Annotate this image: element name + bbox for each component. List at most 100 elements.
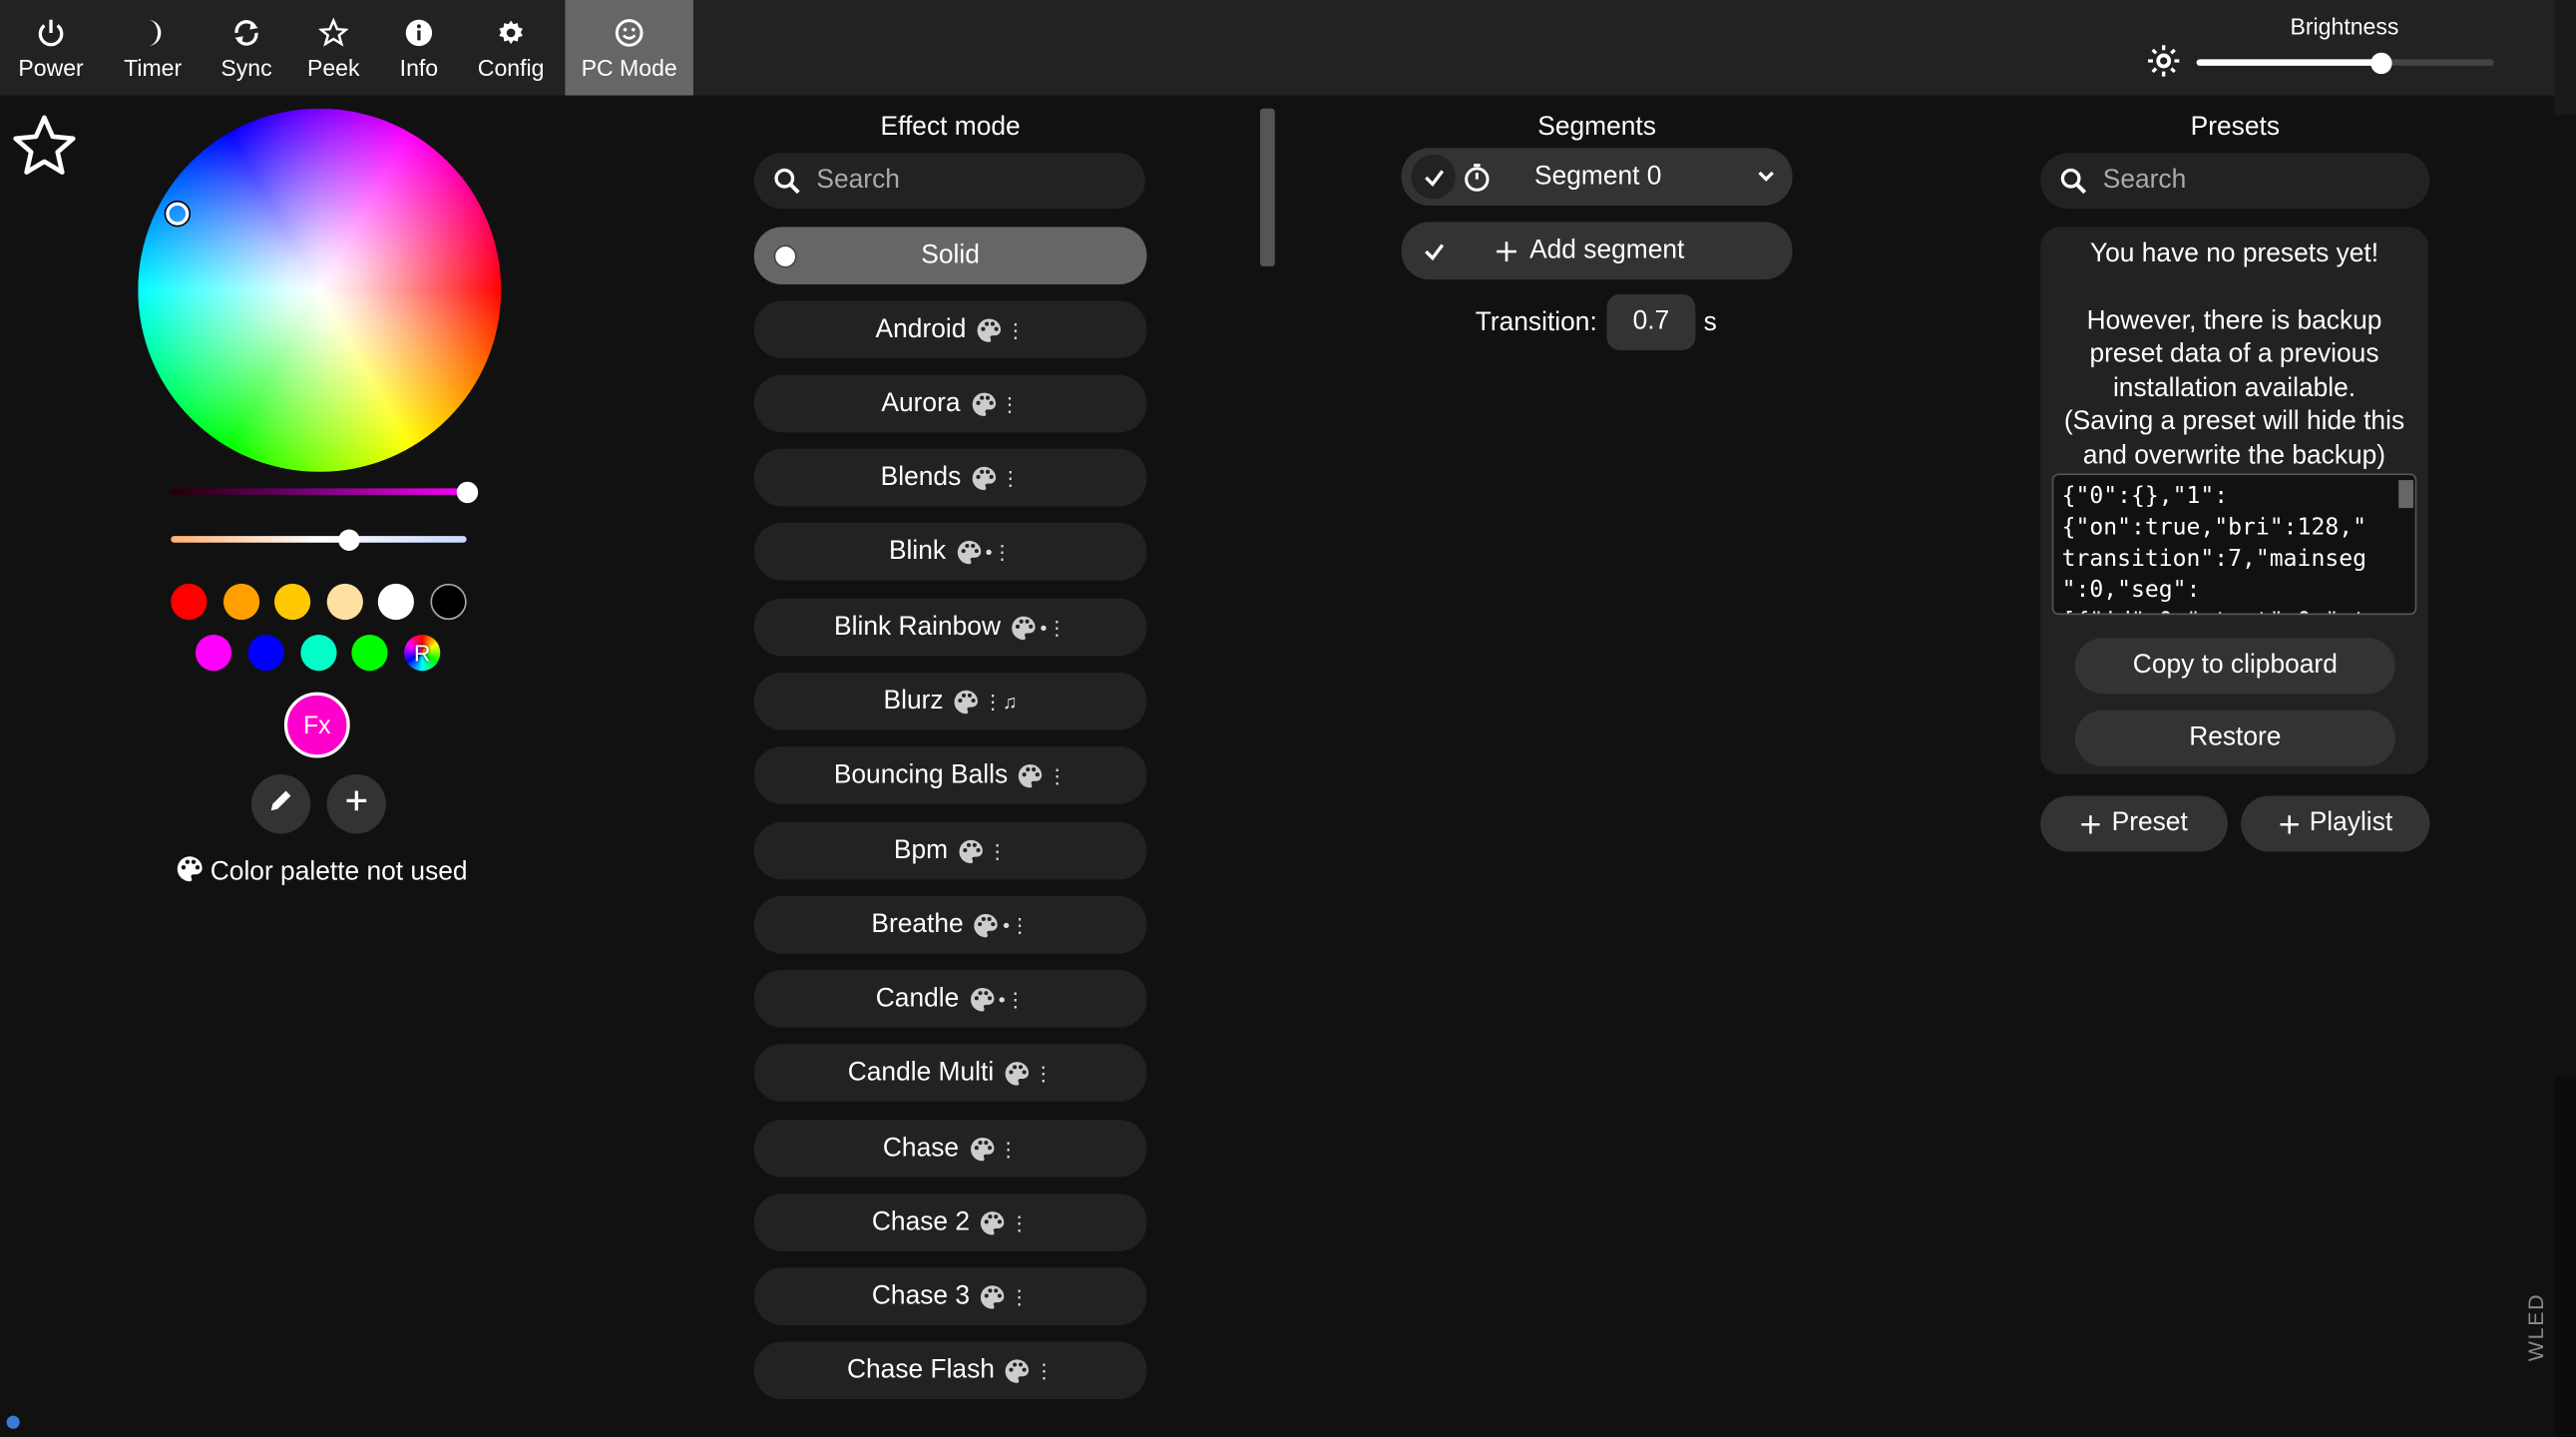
effect-search-input[interactable]: Search — [753, 153, 1145, 210]
effect-flags: ⋮ — [976, 316, 1026, 342]
backup-data-textarea[interactable]: {"0":{},"1": {"on":true,"bri":128," tran… — [2051, 473, 2417, 616]
effect-name: Blink — [888, 536, 947, 565]
effect-list-scrollbar[interactable] — [1260, 108, 1275, 266]
favorite-star-icon[interactable] — [10, 112, 79, 189]
timer-label: Timer — [124, 54, 183, 81]
palette-icon — [976, 316, 1002, 342]
effect-item[interactable]: Aurora ⋮ — [753, 374, 1147, 433]
effect-item[interactable]: Bpm ⋮ — [753, 821, 1147, 880]
segment-name: Segment 0 — [1534, 162, 1662, 191]
effect-item[interactable]: Blurz ⋮♫ — [753, 672, 1147, 730]
color-swatch[interactable] — [273, 583, 311, 621]
hue-brightness-slider[interactable] — [171, 480, 478, 503]
info-button[interactable]: Info — [378, 0, 460, 96]
effect-flags: •⋮ — [1011, 614, 1067, 640]
effect-item[interactable]: Chase 2 ⋮ — [753, 1194, 1147, 1251]
edit-button[interactable] — [250, 774, 311, 834]
color-swatch[interactable] — [300, 634, 337, 672]
plus-icon — [2278, 813, 2299, 834]
palette-note: Color palette not used — [176, 855, 468, 891]
plus-icon — [1495, 240, 1517, 262]
add-preset-label: Preset — [2111, 808, 2188, 837]
peek-button[interactable]: Peek — [289, 0, 378, 96]
effect-name: Solid — [921, 240, 980, 269]
effect-name: Chase 2 — [871, 1207, 971, 1236]
brightness-slider[interactable] — [2196, 51, 2494, 74]
effect-item[interactable]: Blink •⋮ — [753, 522, 1147, 581]
effect-item[interactable]: Chase Flash ⋮ — [753, 1341, 1147, 1400]
effect-flags: ⋮ — [1005, 1357, 1054, 1383]
stopwatch-icon[interactable] — [1463, 162, 1493, 192]
effect-name: Candle Multi — [847, 1058, 995, 1087]
connection-indicator — [6, 1415, 20, 1429]
random-color-swatch[interactable]: R — [404, 634, 441, 672]
pc-mode-button[interactable]: PC Mode — [565, 0, 693, 96]
color-swatch[interactable] — [247, 634, 284, 672]
add-playlist-button[interactable]: Playlist — [2241, 795, 2430, 852]
add-segment-button[interactable]: Add segment — [1401, 222, 1793, 280]
star-icon — [318, 15, 349, 51]
effect-name: Chase 3 — [871, 1281, 971, 1310]
restore-button[interactable]: Restore — [2074, 710, 2395, 766]
segment-check-toggle[interactable] — [1411, 154, 1456, 200]
color-swatch[interactable] — [171, 583, 208, 621]
effect-item[interactable]: Blink Rainbow •⋮ — [753, 598, 1147, 657]
transition-input[interactable]: 0.7 — [1606, 293, 1696, 350]
color-wheel-marker[interactable] — [166, 202, 190, 226]
chevron-down-icon[interactable] — [1756, 166, 1776, 186]
white-temperature-thumb[interactable] — [337, 528, 359, 551]
search-icon — [2060, 168, 2087, 195]
add-color-button[interactable] — [326, 774, 386, 834]
info-icon — [404, 15, 434, 51]
white-temperature-slider[interactable] — [171, 528, 467, 551]
add-preset-button[interactable]: Preset — [2040, 795, 2228, 852]
presets-title: Presets — [2190, 113, 2281, 142]
effect-flags: •⋮ — [956, 539, 1012, 565]
effect-item[interactable]: Android ⋮ — [753, 300, 1147, 359]
check-icon — [1423, 240, 1446, 262]
no-presets-text: You have no presets yet! — [2089, 240, 2379, 268]
effect-item[interactable]: Bouncing Balls ⋮ — [753, 746, 1147, 804]
effect-item[interactable]: Candle •⋮ — [753, 970, 1147, 1028]
palette-note-text: Color palette not used — [210, 858, 468, 887]
config-button[interactable]: Config — [460, 0, 562, 96]
segments-title: Segments — [1537, 113, 1656, 142]
copy-to-clipboard-button[interactable]: Copy to clipboard — [2074, 638, 2395, 695]
brightness-thumb[interactable] — [2369, 51, 2392, 74]
sync-button[interactable]: Sync — [204, 0, 289, 96]
effect-item[interactable]: Breathe •⋮ — [753, 895, 1147, 954]
color-swatch[interactable] — [351, 634, 388, 672]
brightness-label: Brightness — [2290, 13, 2399, 40]
hue-brightness-thumb[interactable] — [455, 480, 478, 503]
color-swatch[interactable] — [222, 583, 260, 621]
effect-item[interactable]: Chase ⋮ — [753, 1120, 1147, 1178]
effect-item[interactable]: Blends ⋮ — [753, 448, 1147, 507]
effect-flag-symbols: ⋮ — [987, 839, 1008, 863]
effect-radio[interactable] — [773, 244, 797, 268]
color-swatch[interactable] — [430, 583, 467, 621]
fx-button[interactable]: Fx — [283, 692, 350, 758]
color-swatch[interactable] — [195, 634, 232, 672]
preset-search-input[interactable]: Search — [2040, 153, 2430, 210]
effect-item[interactable]: Solid — [753, 227, 1147, 285]
color-swatch[interactable] — [377, 583, 414, 621]
effect-flag-symbols: ⋮ — [1000, 391, 1020, 416]
palette-icon — [970, 390, 996, 416]
backup-textarea-scrollbar[interactable] — [2398, 480, 2414, 509]
palette-icon — [980, 1283, 1006, 1309]
segment-0-row[interactable]: Segment 0 — [1401, 148, 1793, 206]
info-label: Info — [399, 54, 439, 81]
timer-button[interactable]: Timer — [102, 0, 204, 96]
palette-icon — [1004, 1060, 1030, 1086]
palette-icon — [1018, 762, 1044, 788]
effect-item[interactable]: Chase 3 ⋮ — [753, 1267, 1147, 1325]
palette-icon — [969, 1136, 995, 1162]
color-swatch[interactable] — [326, 583, 363, 621]
effect-flags: •⋮ — [974, 912, 1030, 938]
effect-item[interactable]: Candle Multi ⋮ — [753, 1044, 1147, 1102]
effect-flag-symbols: ⋮ — [1034, 1358, 1055, 1382]
power-button[interactable]: Power — [0, 0, 102, 96]
color-wheel[interactable] — [138, 108, 502, 472]
gear-icon — [496, 15, 526, 51]
sun-icon — [2147, 44, 2180, 85]
